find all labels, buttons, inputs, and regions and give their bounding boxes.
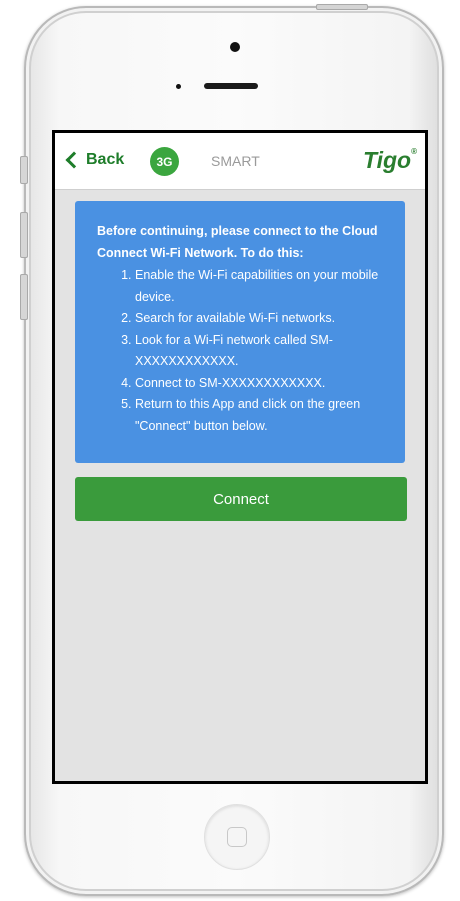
power-button: [316, 4, 368, 10]
app-view: Back 3G SMART Tigo® Before continuing, p…: [55, 133, 425, 781]
instruction-step: Connect to SM-XXXXXXXXXXXX.: [135, 373, 393, 395]
tigo-logo: Tigo®: [363, 147, 417, 174]
home-button[interactable]: [204, 804, 270, 870]
page-title: SMART: [211, 153, 260, 169]
phone-screen: Back 3G SMART Tigo® Before continuing, p…: [52, 130, 428, 784]
back-label: Back: [86, 151, 125, 168]
instructions-list: Enable the Wi-Fi capabilities on your mo…: [97, 265, 393, 437]
logo-mark: ®: [411, 147, 417, 156]
instructions-intro: Before continuing, please connect to the…: [97, 224, 378, 260]
instruction-step: Return to this App and click on the gree…: [135, 394, 393, 437]
logo-text: Tigo: [362, 147, 412, 173]
chevron-left-icon: [65, 151, 83, 169]
instructions-box: Before continuing, please connect to the…: [75, 201, 405, 463]
nav-bar: Back 3G SMART Tigo®: [55, 133, 425, 190]
back-button[interactable]: Back: [65, 151, 124, 169]
instruction-step: Look for a Wi-Fi network called SM-XXXXX…: [135, 330, 393, 373]
mute-switch: [20, 156, 28, 184]
volume-up-button: [20, 212, 28, 258]
home-button-icon: [227, 827, 247, 847]
connect-button[interactable]: Connect: [75, 477, 407, 521]
proximity-sensor: [176, 84, 181, 89]
volume-down-button: [20, 274, 28, 320]
instruction-step: Search for available Wi-Fi networks.: [135, 308, 393, 330]
front-camera: [230, 42, 240, 52]
earpiece-speaker: [204, 83, 258, 89]
network-badge: 3G: [150, 147, 179, 176]
instruction-step: Enable the Wi-Fi capabilities on your mo…: [135, 265, 393, 308]
